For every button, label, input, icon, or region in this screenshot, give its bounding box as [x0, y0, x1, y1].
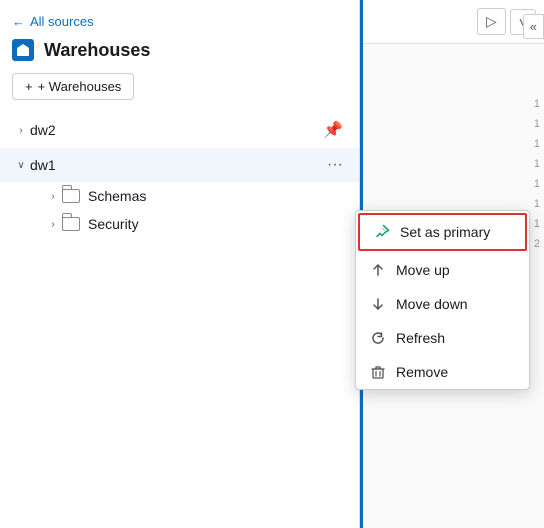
tree-item-dw2[interactable]: › dw2 📌	[0, 112, 359, 148]
refresh-icon	[370, 330, 386, 346]
back-label: All sources	[30, 14, 94, 29]
tree-item-security[interactable]: › Security	[0, 210, 359, 238]
move-down-label: Move down	[396, 296, 468, 312]
collapse-button[interactable]: «	[523, 14, 544, 39]
more-options-button[interactable]: ···	[323, 154, 347, 176]
pin-icon[interactable]: 📌	[319, 118, 347, 142]
tree-item-dw1[interactable]: ∨ dw1 ···	[0, 148, 359, 182]
tree-item-label: dw1	[30, 157, 323, 173]
set-primary-label: Set as primary	[400, 224, 490, 240]
right-toolbar: ▷ ˅	[363, 0, 544, 44]
menu-item-move-up[interactable]: Move up	[356, 253, 529, 287]
tree-item-label: dw2	[30, 122, 319, 138]
menu-item-refresh[interactable]: Refresh	[356, 321, 529, 355]
sidebar: ← All sources Warehouses + + Warehouses …	[0, 0, 360, 528]
add-button-label: + Warehouses	[38, 79, 122, 94]
arrow-up-icon	[370, 262, 386, 278]
chevron-right-icon: ›	[44, 219, 62, 230]
menu-item-remove[interactable]: Remove	[356, 355, 529, 389]
play-icon: ▷	[486, 13, 497, 29]
arrow-down-icon	[370, 296, 386, 312]
sidebar-title-row: Warehouses	[0, 39, 359, 69]
sidebar-header: ← All sources	[0, 0, 359, 39]
play-button[interactable]: ▷	[477, 8, 506, 35]
menu-item-set-primary-wrapper: Set as primary	[358, 213, 527, 251]
menu-item-set-primary[interactable]: Set as primary	[360, 215, 525, 249]
folder-icon	[62, 217, 80, 231]
folder-icon	[62, 189, 80, 203]
refresh-label: Refresh	[396, 330, 445, 346]
sidebar-tree: › dw2 📌 ∨ dw1 ··· › Schemas › Security	[0, 112, 359, 528]
dw1-actions: ···	[323, 154, 347, 176]
warehouse-icon	[12, 39, 34, 61]
tree-item-schemas[interactable]: › Schemas	[0, 182, 359, 210]
remove-label: Remove	[396, 364, 448, 380]
schemas-label: Schemas	[88, 188, 347, 204]
context-menu: Set as primary Move up Move down	[355, 210, 530, 390]
page-title: Warehouses	[44, 40, 150, 61]
security-label: Security	[88, 216, 347, 232]
collapse-icon: «	[530, 19, 537, 34]
move-up-label: Move up	[396, 262, 450, 278]
add-warehouses-button[interactable]: + + Warehouses	[12, 73, 134, 100]
line-numbers: 1 1 1 1 1 1 1 2	[534, 94, 540, 254]
menu-item-move-down[interactable]: Move down	[356, 287, 529, 321]
back-arrow-icon: ←	[12, 14, 25, 29]
pin-icon	[374, 224, 390, 240]
dw2-actions: 📌	[319, 118, 347, 142]
chevron-right-icon: ›	[44, 191, 62, 202]
trash-icon	[370, 364, 386, 380]
chevron-right-icon: ›	[12, 125, 30, 136]
plus-icon: +	[25, 79, 33, 94]
chevron-down-icon: ∨	[12, 160, 30, 171]
back-button[interactable]: ← All sources	[12, 14, 94, 29]
